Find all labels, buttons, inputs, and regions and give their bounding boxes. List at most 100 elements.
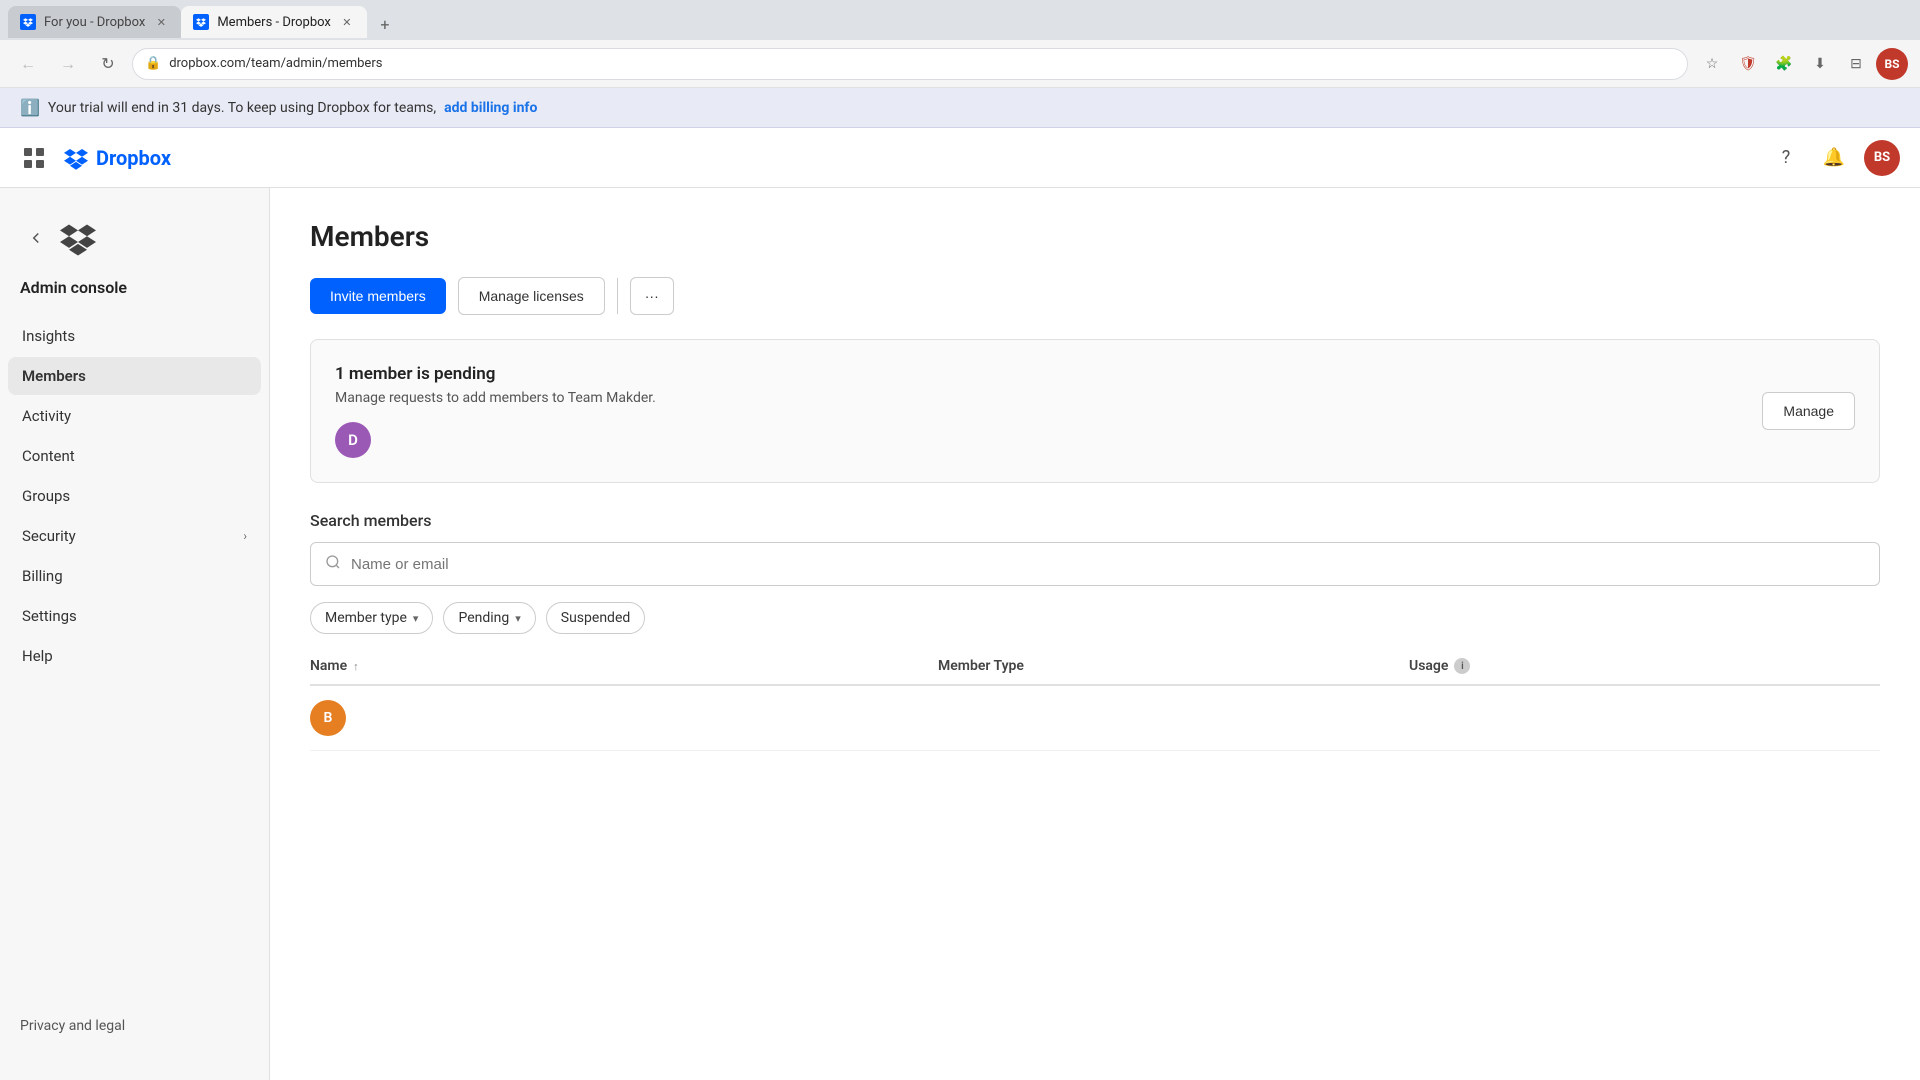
col-header-usage: Usage i <box>1409 658 1880 674</box>
tab-strip: For you - Dropbox ✕ Members - Dropbox ✕ … <box>8 2 399 38</box>
address-url: dropbox.com/team/admin/members <box>169 56 1675 71</box>
sidebar-item-label-security: Security <box>22 527 76 545</box>
member-type-filter[interactable]: Member type ▾ <box>310 602 433 634</box>
trial-banner: ℹ️ Your trial will end in 31 days. To ke… <box>0 88 1920 128</box>
member-type-label: Member type <box>325 610 407 626</box>
pending-filter[interactable]: Pending ▾ <box>443 602 535 634</box>
sidebar-item-label-content: Content <box>22 447 75 465</box>
sidebar-item-label-activity: Activity <box>22 407 71 425</box>
sidebar-item-help[interactable]: Help <box>8 637 261 675</box>
table-header: Name ↑ Member Type Usage i <box>310 658 1880 686</box>
address-bar[interactable]: 🔒 dropbox.com/team/admin/members <box>132 48 1688 80</box>
forward-button[interactable]: → <box>52 48 84 80</box>
member-info: B <box>310 700 938 736</box>
trial-banner-text: Your trial will end in 31 days. To keep … <box>48 100 436 116</box>
topbar-right: ? 🔔 BS <box>1768 140 1900 176</box>
grid-icon[interactable] <box>20 144 48 172</box>
suspended-filter[interactable]: Suspended <box>546 602 646 634</box>
button-divider <box>617 278 618 314</box>
filter-row: Member type ▾ Pending ▾ Suspended <box>310 602 1880 634</box>
user-avatar[interactable]: BS <box>1864 140 1900 176</box>
sidebar-item-members[interactable]: Members <box>8 357 261 395</box>
pending-banner-left: 1 member is pending Manage requests to a… <box>335 364 1762 458</box>
pending-subtitle: Manage requests to add members to Team M… <box>335 390 1762 406</box>
search-bar <box>310 542 1880 586</box>
pending-filter-label: Pending <box>458 610 509 626</box>
col-header-name: Name ↑ <box>310 658 938 674</box>
sidebar-item-label-settings: Settings <box>22 607 77 625</box>
tab-favicon-2 <box>193 14 209 30</box>
app-logo-text: Dropbox <box>96 146 171 170</box>
pending-banner: 1 member is pending Manage requests to a… <box>310 339 1880 483</box>
sidebar-item-groups[interactable]: Groups <box>8 477 261 515</box>
sort-asc-icon[interactable]: ↑ <box>353 660 359 673</box>
search-input[interactable] <box>351 556 1865 573</box>
tab-close-1[interactable]: ✕ <box>153 14 169 30</box>
new-tab-button[interactable]: + <box>371 10 399 38</box>
sidebar-item-insights[interactable]: Insights <box>8 317 261 355</box>
sidebar-item-label-billing: Billing <box>22 567 63 585</box>
bell-icon[interactable]: 🔔 <box>1816 140 1852 176</box>
back-button[interactable]: ← <box>12 48 44 80</box>
pending-banner-row: 1 member is pending Manage requests to a… <box>335 364 1855 458</box>
pending-manage-area: Manage <box>1762 392 1855 430</box>
app-topbar: Dropbox ? 🔔 BS <box>0 128 1920 188</box>
tab-label-2: Members - Dropbox <box>217 15 331 30</box>
nav-bar: ← → ↻ 🔒 dropbox.com/team/admin/members ☆… <box>0 40 1920 88</box>
info-icon: ℹ️ <box>20 98 40 117</box>
manage-button[interactable]: Manage <box>1762 392 1855 430</box>
sidebar-toggle-button[interactable]: ⊟ <box>1840 48 1872 80</box>
sidebar-item-content[interactable]: Content <box>8 437 261 475</box>
sidebar-item-label-groups: Groups <box>22 487 70 505</box>
extensions-button[interactable]: 🧩 <box>1768 48 1800 80</box>
sidebar-item-settings[interactable]: Settings <box>8 597 261 635</box>
sidebar: Admin console Insights Members Activity … <box>0 188 270 1080</box>
tab-label-1: For you - Dropbox <box>44 15 145 30</box>
page-title: Members <box>310 220 1880 253</box>
shield-icon: 🛡 <box>1732 48 1764 80</box>
main-content: Members Invite members Manage licenses ·… <box>270 188 1920 1080</box>
app-body: Admin console Insights Members Activity … <box>0 188 1920 1080</box>
add-billing-link[interactable]: add billing info <box>444 100 537 116</box>
pending-avatars: D <box>335 422 1762 458</box>
admin-console-label: Admin console <box>0 274 269 317</box>
privacy-legal-link[interactable]: Privacy and legal <box>20 1012 249 1040</box>
invite-members-button[interactable]: Invite members <box>310 278 446 314</box>
sidebar-item-security[interactable]: Security › <box>8 517 261 555</box>
sidebar-nav: Insights Members Activity Content Groups <box>0 317 269 992</box>
tab-for-you[interactable]: For you - Dropbox ✕ <box>8 6 181 38</box>
sidebar-back-button[interactable] <box>16 218 56 258</box>
tab-members[interactable]: Members - Dropbox ✕ <box>181 6 367 38</box>
chevron-down-icon-2: ▾ <box>515 612 521 625</box>
sidebar-item-label-members: Members <box>22 367 86 385</box>
title-bar: For you - Dropbox ✕ Members - Dropbox ✕ … <box>0 0 1920 40</box>
action-buttons: Invite members Manage licenses ··· <box>310 277 1880 315</box>
profile-button[interactable]: BS <box>1876 48 1908 80</box>
nav-actions: ☆ 🛡 🧩 ⬇ ⊟ BS <box>1696 48 1908 80</box>
download-button[interactable]: ⬇ <box>1804 48 1836 80</box>
tab-close-2[interactable]: ✕ <box>339 14 355 30</box>
sidebar-item-billing[interactable]: Billing <box>8 557 261 595</box>
search-label: Search members <box>310 511 1880 530</box>
help-icon[interactable]: ? <box>1768 140 1804 176</box>
reload-button[interactable]: ↻ <box>92 48 124 80</box>
more-options-button[interactable]: ··· <box>630 277 674 315</box>
manage-licenses-button[interactable]: Manage licenses <box>458 277 605 315</box>
star-button[interactable]: ☆ <box>1696 48 1728 80</box>
sidebar-item-activity[interactable]: Activity <box>8 397 261 435</box>
pending-avatar-d: D <box>335 422 371 458</box>
browser-window: For you - Dropbox ✕ Members - Dropbox ✕ … <box>0 0 1920 1080</box>
chevron-down-icon: ▾ <box>413 612 419 625</box>
dropbox-logo[interactable]: Dropbox <box>64 146 171 170</box>
tab-favicon-1 <box>20 14 36 30</box>
pending-title: 1 member is pending <box>335 364 1762 384</box>
search-icon <box>325 554 341 574</box>
col-header-member-type: Member Type <box>938 658 1409 674</box>
suspended-filter-label: Suspended <box>561 610 631 626</box>
avatar: B <box>310 700 346 736</box>
chevron-right-icon: › <box>243 529 247 543</box>
sidebar-item-label-insights: Insights <box>22 327 75 345</box>
sidebar-item-label-help: Help <box>22 647 53 665</box>
table-row[interactable]: B <box>310 686 1880 751</box>
usage-info-icon[interactable]: i <box>1454 658 1470 674</box>
